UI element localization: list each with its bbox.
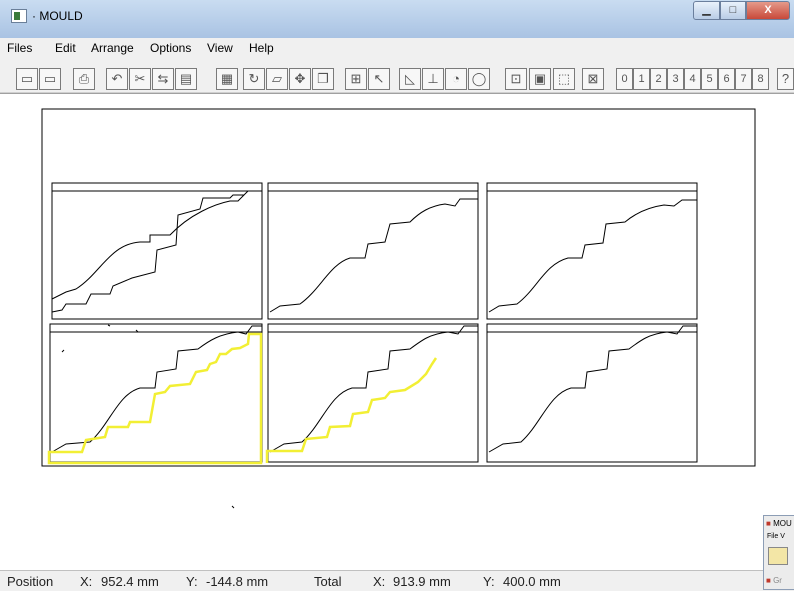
close-button[interactable]: X — [746, 1, 790, 20]
position-y-label: Y: — [186, 574, 198, 589]
menu-view[interactable]: View — [207, 41, 233, 55]
mould-part[interactable] — [486, 323, 698, 463]
paste-icon: ▤ — [179, 71, 193, 86]
position-x-value: 952.4 mm — [101, 574, 159, 589]
point-icon: ⊥ — [427, 71, 439, 86]
selected-mould-part[interactable] — [47, 332, 263, 465]
menu-help[interactable]: Help — [249, 41, 274, 55]
background-window[interactable]: MOU File V Gr — [763, 515, 794, 590]
undo-icon: ↶ — [111, 71, 123, 86]
move-icon: ✥ — [294, 71, 306, 86]
zoom-fit-button[interactable]: ⊡ — [505, 68, 527, 90]
point-button[interactable]: ⊥ — [422, 68, 444, 90]
layer-7-button[interactable]: 7 — [735, 68, 752, 90]
help-button[interactable]: ? — [777, 68, 794, 90]
zoom-select-icon: ⊠ — [587, 71, 599, 86]
undo-button[interactable]: ↶ — [106, 68, 128, 90]
drawing-canvas[interactable] — [0, 93, 794, 571]
print-icon: ⎙ — [78, 71, 90, 86]
layer-8-button[interactable]: 8 — [752, 68, 769, 90]
zoom-select-button[interactable]: ⊠ — [582, 68, 604, 90]
ellipse-icon: ◯ — [471, 71, 487, 86]
status-bar: Position X: 952.4 mm Y: -144.8 mm Total … — [0, 570, 794, 591]
skew-icon: ▱ — [272, 71, 282, 86]
position-y-value: -144.8 mm — [206, 574, 269, 589]
mould-part[interactable] — [51, 182, 263, 320]
layer-2-button[interactable]: 2 — [650, 68, 667, 90]
grid-icon: ▦ — [220, 71, 234, 86]
menu-bar: Files Edit Arrange Options View Help — [0, 38, 794, 58]
zoom-page-icon: ⬚ — [557, 71, 571, 86]
layer-5-button[interactable]: 5 — [701, 68, 718, 90]
layer-4-button[interactable]: 4 — [684, 68, 701, 90]
zoom-page-button[interactable]: ⬚ — [553, 68, 575, 90]
folder-icon[interactable] — [768, 547, 788, 565]
selected-mould-part[interactable] — [265, 357, 438, 463]
title-bar: · MOULD ▁ □ X — [0, 0, 794, 39]
line-button[interactable]: ◺ — [399, 68, 421, 90]
skew-button[interactable]: ▱ — [266, 68, 288, 90]
total-label: Total — [314, 574, 342, 589]
move-button[interactable]: ✥ — [289, 68, 311, 90]
rotate-icon: ↻ — [248, 71, 260, 86]
grid-button[interactable]: ▦ — [216, 68, 238, 90]
select-icon: ↖ — [373, 71, 385, 86]
arc-icon: ◔ — [452, 71, 460, 86]
minimize-button[interactable]: ▁ — [693, 1, 720, 20]
window-title: · MOULD — [32, 9, 83, 23]
mould-part[interactable] — [267, 323, 479, 463]
print-button[interactable]: ⎙ — [73, 68, 95, 90]
total-x-value: 913.9 mm — [393, 574, 451, 589]
layer-0-button[interactable]: 0 — [616, 68, 633, 90]
drawing-area[interactable] — [0, 94, 794, 571]
zoom-window-icon: ▣ — [533, 71, 547, 86]
sheet-outline — [41, 108, 756, 467]
maximize-button[interactable]: □ — [720, 1, 746, 20]
background-window-title: MOU — [766, 519, 792, 528]
save-icon: ▭ — [20, 71, 34, 86]
menu-options[interactable]: Options — [150, 41, 191, 55]
background-window-menu: File V — [767, 533, 785, 540]
mould-part[interactable] — [267, 182, 479, 320]
stray-mark — [61, 324, 235, 509]
rotate-button[interactable]: ↻ — [243, 68, 265, 90]
copy-button[interactable]: ❐ — [312, 68, 334, 90]
zoom-fit-icon: ⊡ — [510, 71, 522, 86]
copy-icon: ❐ — [317, 71, 329, 86]
total-y-label: Y: — [483, 574, 495, 589]
minimize-icon: ▁ — [702, 4, 711, 16]
layer-1-button[interactable]: 1 — [633, 68, 650, 90]
maximize-icon: □ — [729, 4, 737, 16]
arc-button[interactable]: ◔ — [445, 68, 467, 90]
mirror-button[interactable]: ⇆ — [152, 68, 174, 90]
save-as-button[interactable]: ▭ — [39, 68, 61, 90]
paste-button[interactable]: ▤ — [175, 68, 197, 90]
menu-edit[interactable]: Edit — [55, 41, 76, 55]
menu-files[interactable]: Files — [7, 41, 32, 55]
array-icon: ⊞ — [350, 71, 362, 86]
position-label: Position — [7, 574, 54, 589]
line-icon: ◺ — [405, 71, 415, 86]
total-y-value: 400.0 mm — [503, 574, 561, 589]
mirror-icon: ⇆ — [157, 71, 169, 86]
cut-icon: ✂ — [134, 71, 146, 86]
total-x-label: X: — [373, 574, 386, 589]
position-x-label: X: — [80, 574, 93, 589]
layer-6-button[interactable]: 6 — [718, 68, 735, 90]
mould-part[interactable] — [486, 182, 698, 320]
cut-button[interactable]: ✂ — [129, 68, 151, 90]
save-as-icon: ▭ — [43, 71, 57, 86]
layer-3-button[interactable]: 3 — [667, 68, 684, 90]
app-icon[interactable] — [11, 9, 27, 23]
background-window-tab: Gr — [766, 576, 782, 585]
save-button[interactable]: ▭ — [16, 68, 38, 90]
ellipse-button[interactable]: ◯ — [468, 68, 490, 90]
array-button[interactable]: ⊞ — [345, 68, 367, 90]
select-button[interactable]: ↖ — [368, 68, 390, 90]
toolbar: ▭ ▭ ⎙ ↶ ✂ ⇆ ▤ ▦ ↻ ▱ ✥ ❐ ⊞ ↖ ◺ ⊥ ◔ ◯ ⊡ ▣ … — [0, 58, 794, 93]
zoom-window-button[interactable]: ▣ — [529, 68, 551, 90]
menu-arrange[interactable]: Arrange — [91, 41, 134, 55]
